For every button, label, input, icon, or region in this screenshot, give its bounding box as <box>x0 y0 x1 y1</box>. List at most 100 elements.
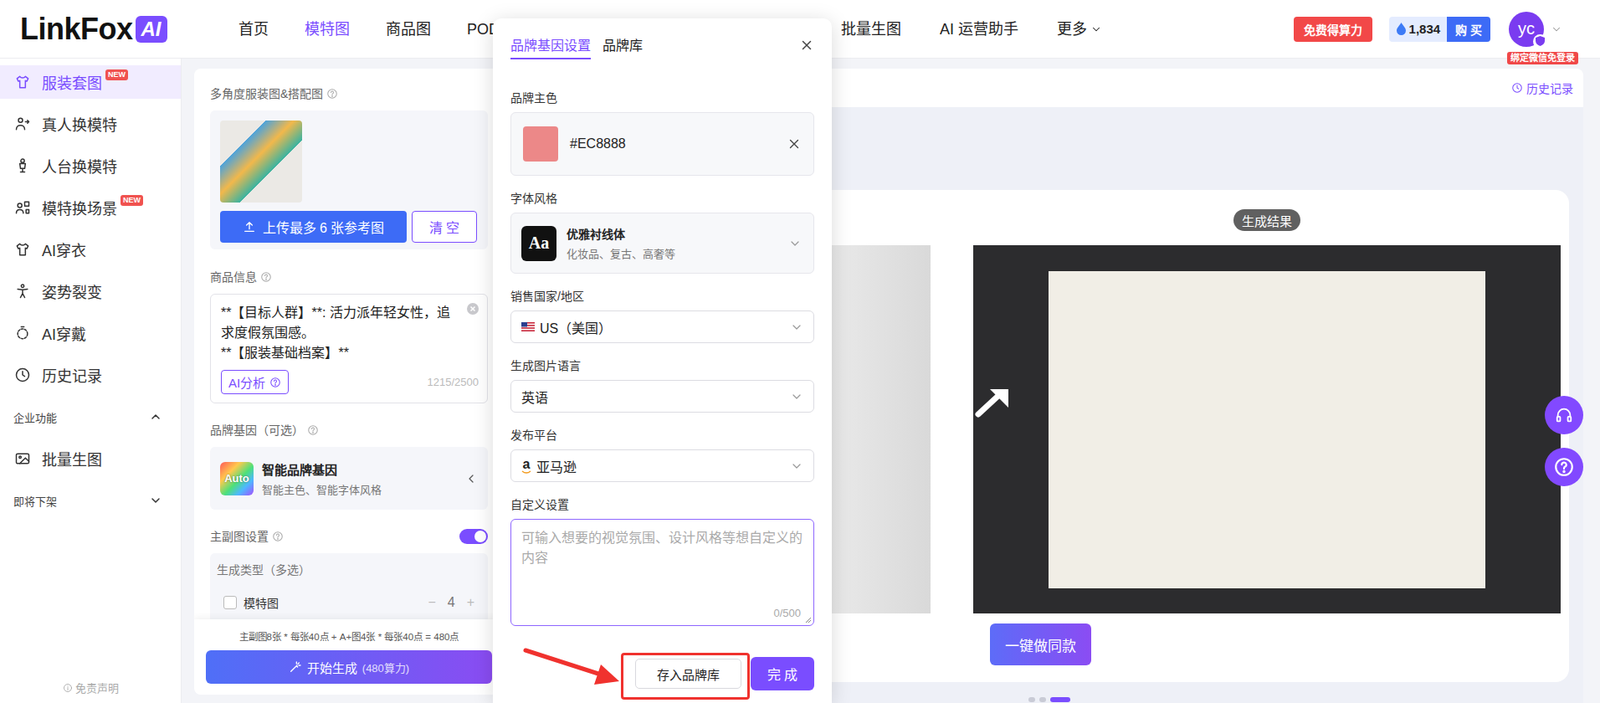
chevron-left-icon <box>464 471 478 486</box>
field-label: 主副图设置 <box>210 528 284 545</box>
sidebar-item[interactable]: AI穿衣 <box>0 232 181 267</box>
sidebar: 服装套图NEW 真人换模特人台换模特模特换场景NEW AI穿衣姿势裂变 AI穿戴历史记… <box>0 58 182 703</box>
chevron-down-icon <box>789 459 804 473</box>
clear-icon[interactable] <box>466 302 479 315</box>
shield-icon <box>1533 34 1548 49</box>
logo-badge: AI <box>135 15 168 43</box>
result-image[interactable] <box>973 245 1561 614</box>
font-subtitle: 化妆品、复古、高奢等 <box>566 245 676 262</box>
upload-area[interactable]: 上传最多 6 张参考图 清 空 <box>210 110 488 250</box>
nav-item[interactable]: 商品图 <box>385 19 431 40</box>
ai-analyze-button[interactable]: AI分析 <box>220 369 289 395</box>
page-dot[interactable] <box>1039 697 1047 703</box>
brand-gene-card[interactable]: Auto智能品牌基因智能主色、智能字体风格 <box>210 446 488 510</box>
nav-item[interactable]: 首页 <box>238 19 269 40</box>
menu-icon <box>14 199 31 216</box>
resize-handle-icon[interactable] <box>805 616 812 624</box>
sidebar-item[interactable]: AI穿戴 <box>0 316 181 350</box>
sidebar-label: 模特换场景 <box>41 196 118 219</box>
product-info-line: **【服装基础档案】** <box>220 343 461 364</box>
logo-text: LinkFox <box>20 12 134 47</box>
type-option[interactable]: 模特图−4+ <box>216 588 482 617</box>
settings-panel: 多角度服装图&搭配图上传最多 6 张参考图清 空商品信息**【目标人群】**: … <box>194 68 504 695</box>
nav-label: 首页 <box>238 19 269 40</box>
avatar[interactable]: yc <box>1508 11 1544 47</box>
select-field[interactable]: US（美国） <box>510 310 815 344</box>
sidebar-section[interactable]: 即将下架 <box>0 483 181 518</box>
product-info-textarea[interactable]: **【目标人群】**: 活力派年轻女性，追求度假氛围感。**【服装基础档案】**… <box>210 293 488 404</box>
save-to-library-button[interactable]: 存入品牌库 <box>635 658 742 689</box>
chevron-down-icon <box>789 320 804 334</box>
menu-icon <box>14 282 31 300</box>
field-label: 字体风格 <box>510 190 815 206</box>
select-field[interactable]: a亚马逊 <box>510 449 815 483</box>
char-counter: 0/500 <box>773 606 801 620</box>
make-same-button[interactable]: 一键做同款 <box>989 623 1092 666</box>
sidebar-section[interactable]: 企业功能 <box>0 400 181 434</box>
cost-summary: 主副图8张 * 每张40点 + A+图4张 * 每张40点 = 480点 <box>205 629 493 643</box>
result-label: 生成结果 <box>1233 209 1301 231</box>
new-badge: NEW <box>120 194 144 206</box>
start-label: 开始生成 <box>307 658 358 677</box>
chevron-down-icon <box>789 389 804 404</box>
form-field: 生成图片语言英语 <box>510 358 815 413</box>
disclaimer-link[interactable]: 免责声明 <box>0 679 181 703</box>
sidebar-item[interactable]: 人台换模特 <box>0 148 181 183</box>
nav-item[interactable]: 批量生图 <box>841 19 902 40</box>
menu-icon <box>14 73 31 91</box>
points-balance[interactable]: 1,834购 买 <box>1389 16 1491 42</box>
dialog-tab[interactable]: 品牌库 <box>602 37 643 60</box>
sidebar-item[interactable]: 姿势裂变 <box>0 274 181 308</box>
chevron-up-icon <box>148 410 163 424</box>
menu-icon <box>14 450 31 467</box>
start-button[interactable]: 开始生成(480算力) <box>205 650 493 684</box>
dialog-tab[interactable]: 品牌基因设置 <box>510 37 591 60</box>
free-points-button[interactable]: 免费得算力 <box>1293 16 1373 42</box>
done-button[interactable]: 完 成 <box>750 656 815 691</box>
section-label: 企业功能 <box>13 409 57 426</box>
decrement-button[interactable]: − <box>427 594 436 611</box>
custom-settings-input[interactable] <box>510 518 815 626</box>
logo[interactable]: LinkFoxAI <box>20 12 239 47</box>
close-icon[interactable] <box>799 37 815 53</box>
upload-button-text: 上传最多 6 张参考图 <box>262 216 385 237</box>
chevron-down-icon <box>1090 23 1103 36</box>
headset-icon <box>1554 405 1574 425</box>
select-field[interactable]: 英语 <box>510 379 815 413</box>
garment-thumbnail[interactable] <box>220 120 303 203</box>
sidebar-item[interactable]: 服装套图NEW <box>0 65 181 99</box>
history-link[interactable]: 历史记录 <box>1511 79 1574 97</box>
nav-item[interactable]: 更多 <box>1056 19 1103 40</box>
user-menu[interactable]: yc绑定微信免登录 <box>1508 11 1563 47</box>
font-style-select[interactable]: Aa优雅衬线体化妆品、复古、高奢等 <box>510 212 815 274</box>
clear-button[interactable]: 清 空 <box>411 210 477 243</box>
main-sub-toggle[interactable] <box>459 528 488 544</box>
sidebar-item[interactable]: 真人换模特 <box>0 107 181 141</box>
color-picker[interactable]: #EC8888 <box>510 112 815 176</box>
support-button[interactable] <box>1544 395 1584 435</box>
increment-button[interactable]: + <box>466 594 475 611</box>
bind-wechat-tag[interactable]: 绑定微信免登录 <box>1507 51 1579 65</box>
sidebar-item[interactable]: 批量生图 <box>0 441 181 476</box>
nav-item[interactable]: AI 运营助手 <box>939 19 1019 40</box>
page-dot[interactable] <box>1050 697 1071 703</box>
upload-button[interactable]: 上传最多 6 张参考图 <box>220 210 407 243</box>
group-label: 生成类型（多选） <box>216 561 482 579</box>
chevron-down-icon <box>788 236 802 251</box>
buy-button[interactable]: 购 买 <box>1446 16 1491 42</box>
label-text: 主副图设置 <box>210 528 269 545</box>
clear-icon[interactable] <box>786 136 802 152</box>
sidebar-item[interactable]: 模特换场景NEW <box>0 190 181 225</box>
select-value: US（美国） <box>539 317 612 338</box>
page-dot[interactable] <box>1028 697 1036 703</box>
generate-type-group: 生成类型（多选） 模特图−4+ <box>210 553 488 620</box>
sidebar-item[interactable]: 历史记录 <box>0 358 181 392</box>
nav-item[interactable]: 模特图 <box>304 19 350 40</box>
sidebar-label: 历史记录 <box>41 364 103 386</box>
checkbox[interactable] <box>223 595 237 610</box>
color-swatch[interactable] <box>523 126 559 162</box>
field-label: 品牌基因（可选） <box>210 421 488 439</box>
help-button[interactable] <box>1544 447 1584 487</box>
field-label: 自定义设置 <box>510 497 815 513</box>
sidebar-label: AI穿戴 <box>41 322 87 344</box>
